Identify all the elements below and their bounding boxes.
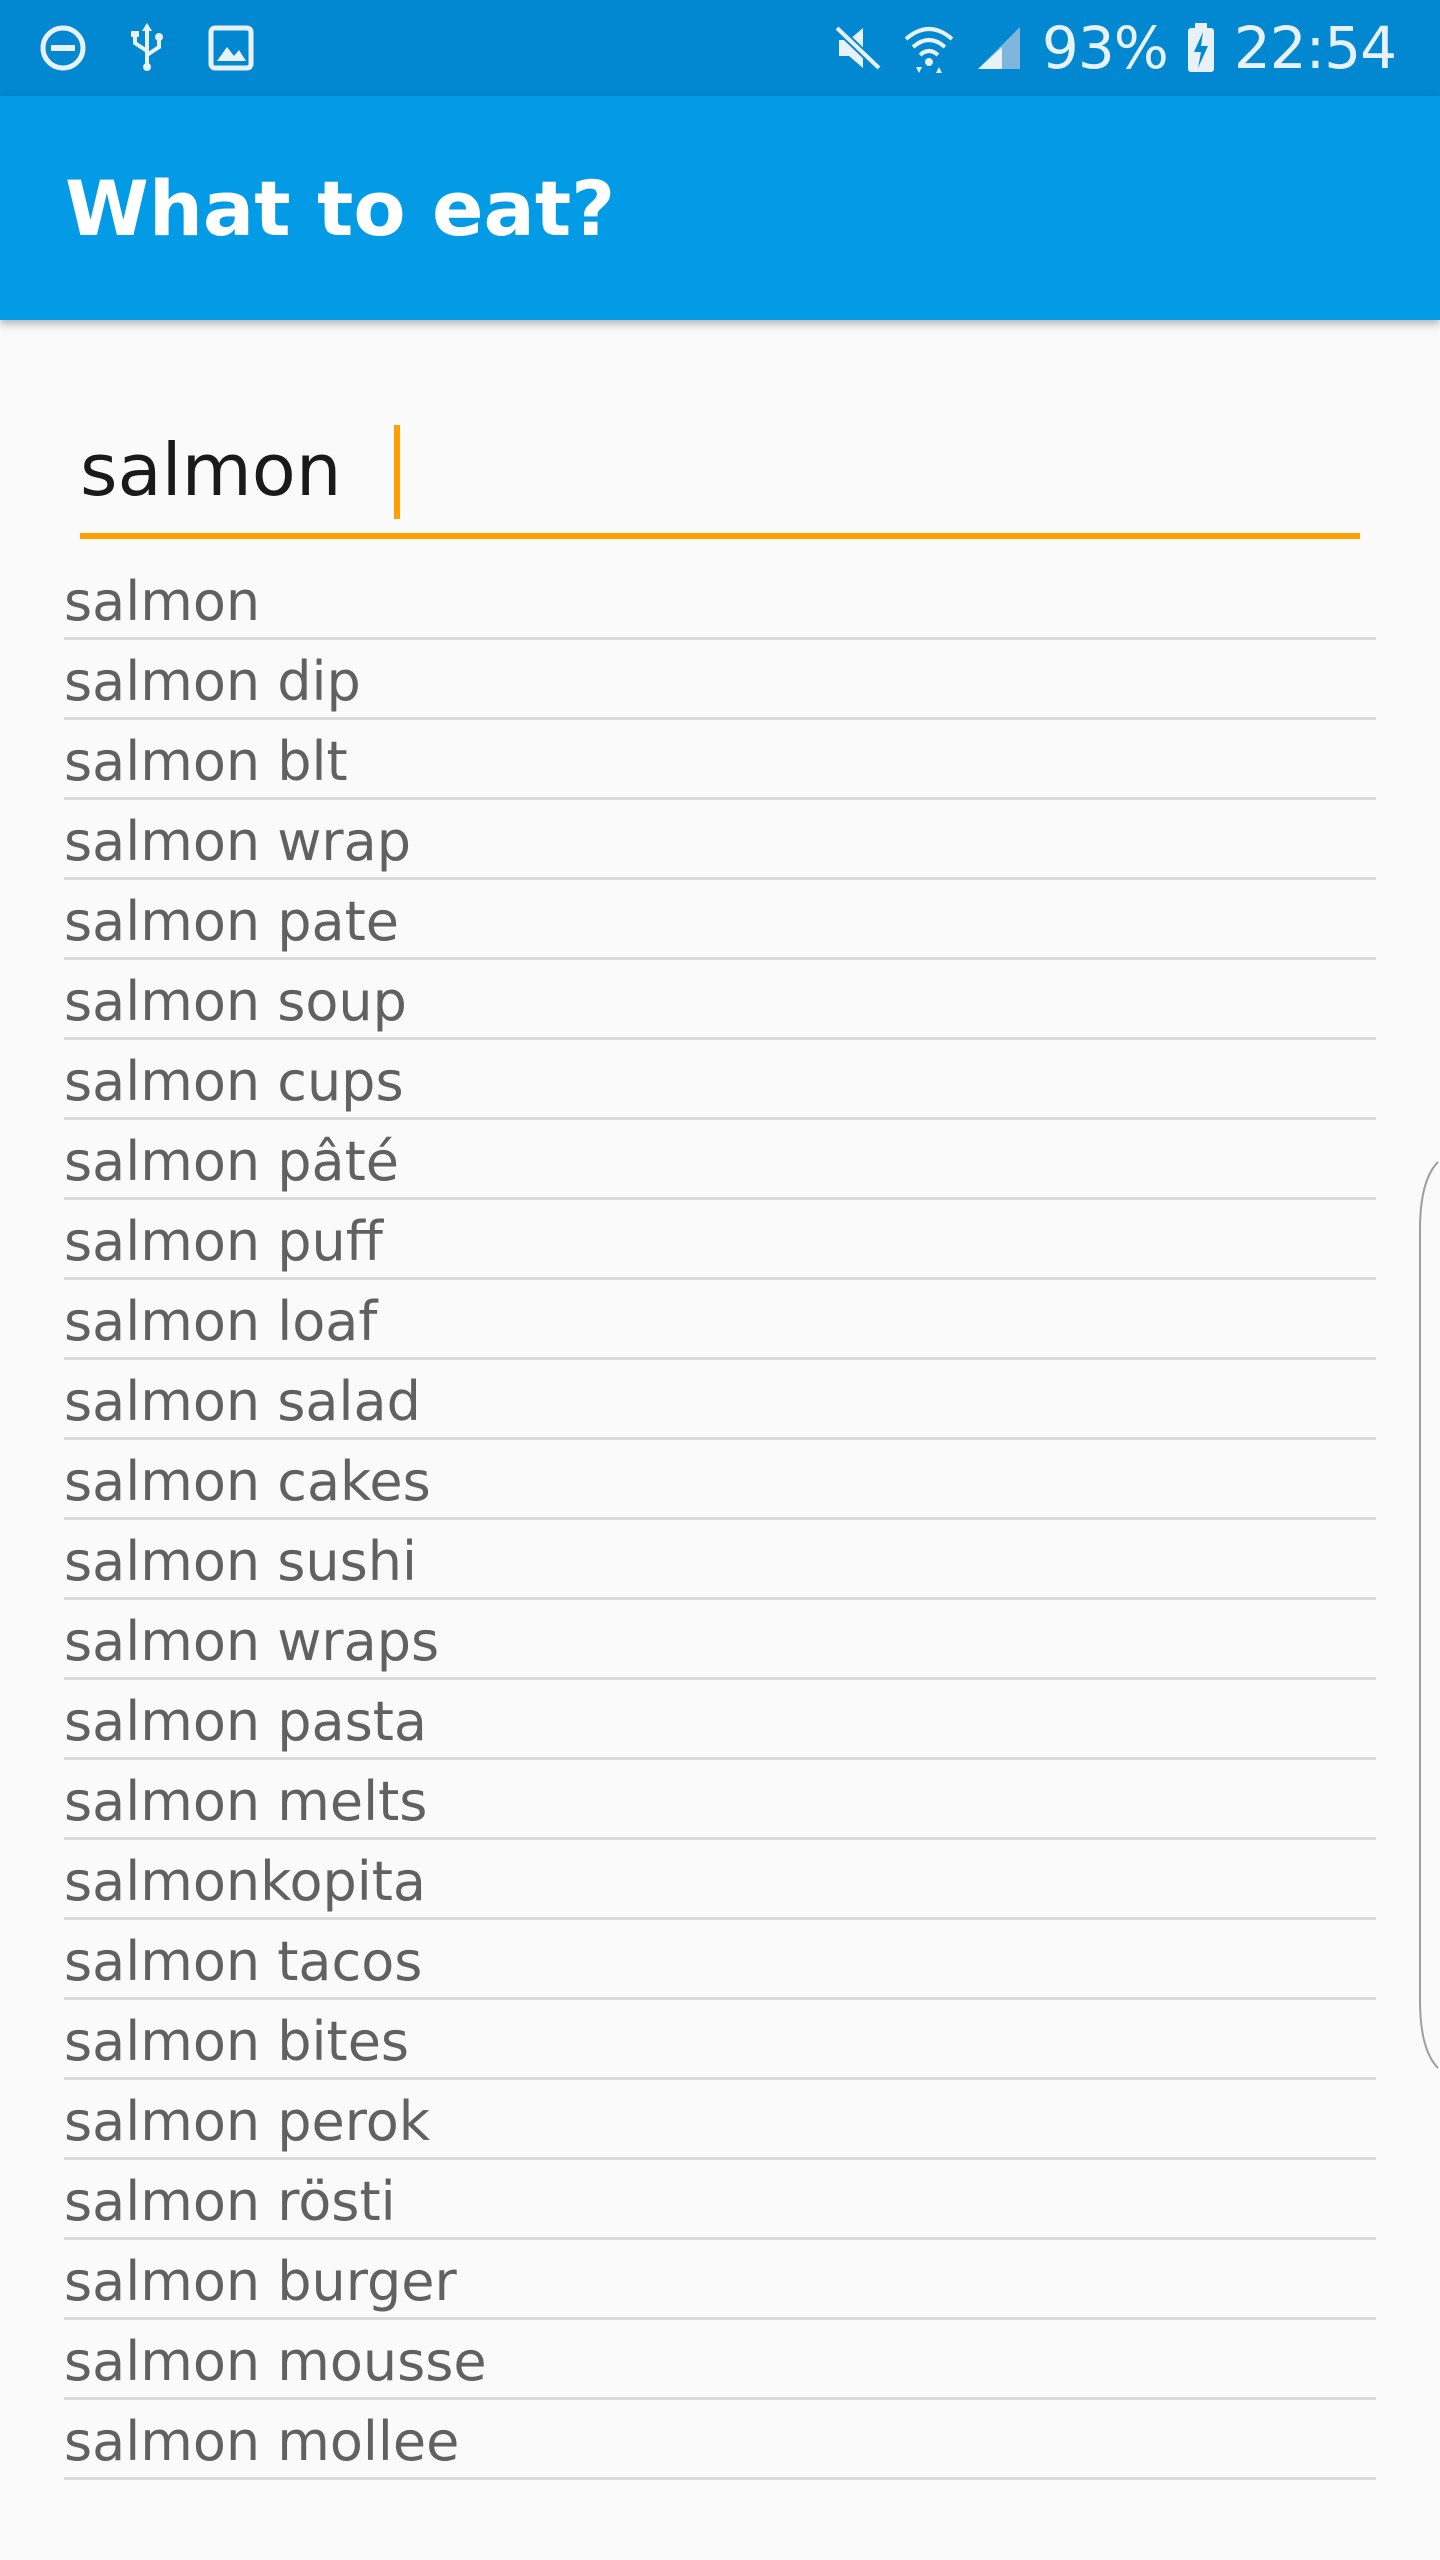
suggestion-item[interactable]: salmon tacos <box>64 1920 1376 2000</box>
suggestion-item[interactable]: salmon dip <box>64 640 1376 720</box>
suggestion-item[interactable]: salmon cups <box>64 1040 1376 1120</box>
suggestion-item[interactable]: salmon wrap <box>64 800 1376 880</box>
suggestion-item[interactable]: salmon burger <box>64 2240 1376 2320</box>
suggestion-item[interactable]: salmon mousse <box>64 2320 1376 2400</box>
suggestion-item[interactable]: salmon pasta <box>64 1680 1376 1760</box>
suggestion-item[interactable]: salmon soup <box>64 960 1376 1040</box>
search-field[interactable] <box>80 415 1360 539</box>
suggestion-item[interactable]: salmon pate <box>64 880 1376 960</box>
suggestion-item[interactable]: salmon mollee <box>64 2400 1376 2480</box>
app-bar: What to eat? <box>0 96 1440 320</box>
suggestion-item[interactable]: salmon loaf <box>64 1280 1376 1360</box>
suggestion-item[interactable]: salmon melts <box>64 1760 1376 1840</box>
edge-panel-handle[interactable] <box>1416 1160 1440 2070</box>
suggestion-item[interactable]: salmon sushi <box>64 1520 1376 1600</box>
battery-charging-icon <box>1184 21 1218 75</box>
suggestion-item[interactable]: salmon salad <box>64 1360 1376 1440</box>
search-input[interactable] <box>80 415 1360 525</box>
clock: 22:54 <box>1233 14 1397 82</box>
suggestion-item[interactable]: salmon pâté <box>64 1120 1376 1200</box>
battery-percent: 93% <box>1041 14 1169 82</box>
image-icon <box>204 21 258 75</box>
suggestion-item[interactable]: salmon rösti <box>64 2160 1376 2240</box>
suggestion-item[interactable]: salmon bites <box>64 2000 1376 2080</box>
wifi-icon <box>902 21 956 75</box>
suggestion-item[interactable]: salmon perok <box>64 2080 1376 2160</box>
app-title: What to eat? <box>65 163 616 253</box>
suggestion-item[interactable]: salmon blt <box>64 720 1376 800</box>
mute-icon <box>832 21 886 75</box>
usb-icon <box>120 21 174 75</box>
text-cursor <box>394 425 400 519</box>
suggestion-item[interactable]: salmon puff <box>64 1200 1376 1280</box>
suggestion-item[interactable]: salmonkopita <box>64 1840 1376 1920</box>
signal-icon <box>972 21 1026 75</box>
status-bar: 93% 22:54 <box>0 0 1440 96</box>
suggestion-item[interactable]: salmon wraps <box>64 1600 1376 1680</box>
do-not-disturb-icon <box>36 21 90 75</box>
suggestion-item[interactable]: salmon <box>64 560 1376 640</box>
suggestion-item[interactable]: salmon cakes <box>64 1440 1376 1520</box>
suggestion-list: salmon salmon dip salmon blt salmon wrap sal… <box>64 560 1376 2480</box>
status-bar-right: 93% 22:54 <box>832 0 1397 96</box>
status-bar-left <box>36 0 258 96</box>
